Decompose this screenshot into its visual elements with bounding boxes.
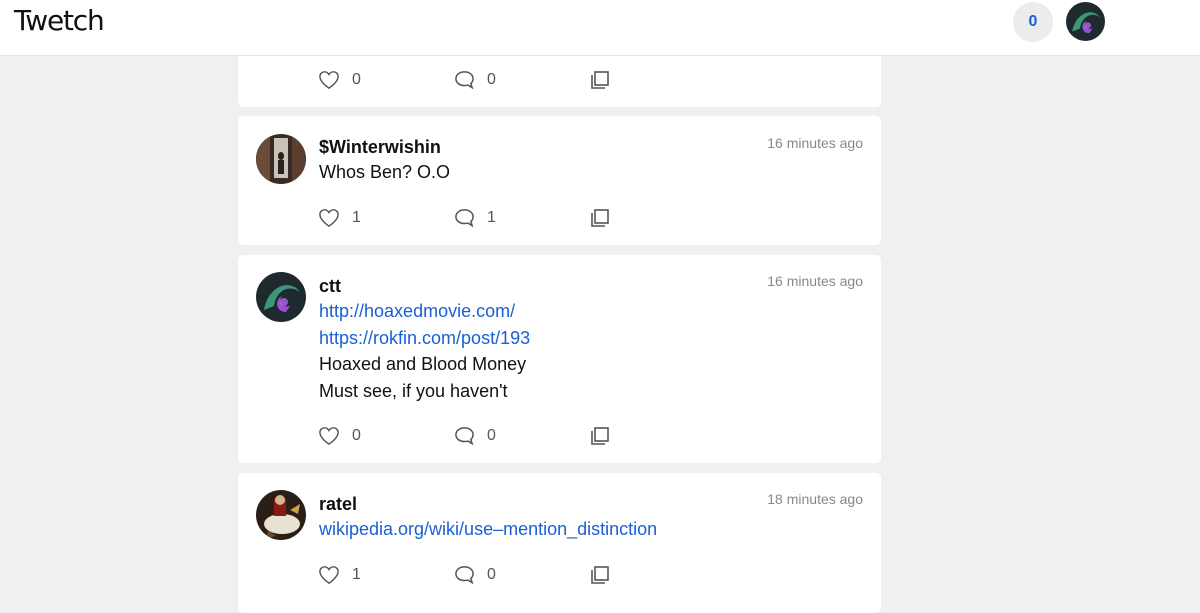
reply-button[interactable]: 0	[454, 563, 496, 587]
copy-button[interactable]	[590, 206, 610, 230]
top-bar: Twetch 0	[0, 0, 1200, 56]
post-body: Whos Ben? O.O	[319, 159, 450, 186]
post-link[interactable]: https://rokfin.com/post/193	[319, 325, 530, 352]
heart-icon	[319, 566, 339, 585]
copy-button[interactable]	[590, 563, 610, 587]
reply-button[interactable]: 0	[454, 424, 496, 448]
post-actions: 1 0	[318, 563, 618, 587]
reply-button[interactable]: 1	[454, 206, 496, 230]
post-card: $Winterwishin 16 minutes ago Whos Ben? O…	[238, 116, 881, 245]
post-timestamp[interactable]: 16 minutes ago	[767, 273, 863, 289]
post-actions: 0 0	[318, 68, 618, 92]
post-link[interactable]: wikipedia.org/wiki/use–mention_distincti…	[319, 516, 657, 543]
comment-icon	[455, 209, 474, 228]
post-text: Hoaxed and Blood Money	[319, 354, 527, 374]
post-timestamp[interactable]: 16 minutes ago	[767, 135, 863, 151]
user-avatar[interactable]	[256, 134, 306, 184]
reply-button[interactable]: 0	[454, 68, 496, 92]
post-text: Must see, if you haven't	[319, 380, 508, 401]
like-button[interactable]: 0	[318, 424, 361, 448]
copy-icon	[591, 209, 609, 227]
notification-count-button[interactable]: 0	[1013, 2, 1053, 42]
reply-count: 0	[487, 427, 496, 444]
reply-count: 0	[487, 566, 496, 583]
profile-avatar[interactable]	[1066, 2, 1105, 41]
like-count: 1	[352, 209, 361, 226]
post-link[interactable]: http://hoaxedmovie.com/	[319, 298, 530, 325]
post-body: http://hoaxedmovie.com/ https://rokfin.c…	[319, 298, 530, 404]
post-text: Whos Ben? O.O	[319, 162, 451, 182]
notification-count: 0	[1028, 13, 1038, 30]
like-count: 0	[352, 71, 361, 88]
post-card: ratel 18 minutes ago wikipedia.org/wiki/…	[238, 473, 881, 613]
comment-icon	[455, 427, 474, 446]
like-count: 0	[352, 427, 361, 444]
app-logo[interactable]: Twetch	[14, 4, 105, 37]
reply-count: 1	[487, 209, 496, 226]
post-card: ctt 16 minutes ago http://hoaxedmovie.co…	[238, 255, 881, 463]
post-actions: 1 1	[318, 206, 618, 230]
post-author[interactable]: $Winterwishin	[319, 137, 441, 158]
like-count: 1	[352, 566, 361, 583]
copy-button[interactable]	[590, 424, 610, 448]
comment-icon	[455, 566, 474, 585]
heart-icon	[319, 427, 339, 446]
comment-icon	[455, 71, 474, 90]
user-avatar[interactable]	[256, 272, 306, 322]
like-button[interactable]: 1	[318, 563, 361, 587]
post-author[interactable]: ctt	[319, 276, 341, 297]
like-button[interactable]: 0	[318, 68, 361, 92]
post-author[interactable]: ratel	[319, 494, 357, 515]
user-avatar[interactable]	[256, 490, 306, 540]
copy-button[interactable]	[590, 68, 610, 92]
heart-icon	[319, 71, 339, 90]
post-actions: 0 0	[318, 424, 618, 448]
post-timestamp[interactable]: 18 minutes ago	[767, 491, 863, 507]
post-body: wikipedia.org/wiki/use–mention_distincti…	[319, 516, 657, 543]
heart-icon	[319, 209, 339, 228]
reply-count: 0	[487, 71, 496, 88]
copy-icon	[591, 427, 609, 445]
copy-icon	[591, 566, 609, 584]
like-button[interactable]: 1	[318, 206, 361, 230]
copy-icon	[591, 71, 609, 89]
